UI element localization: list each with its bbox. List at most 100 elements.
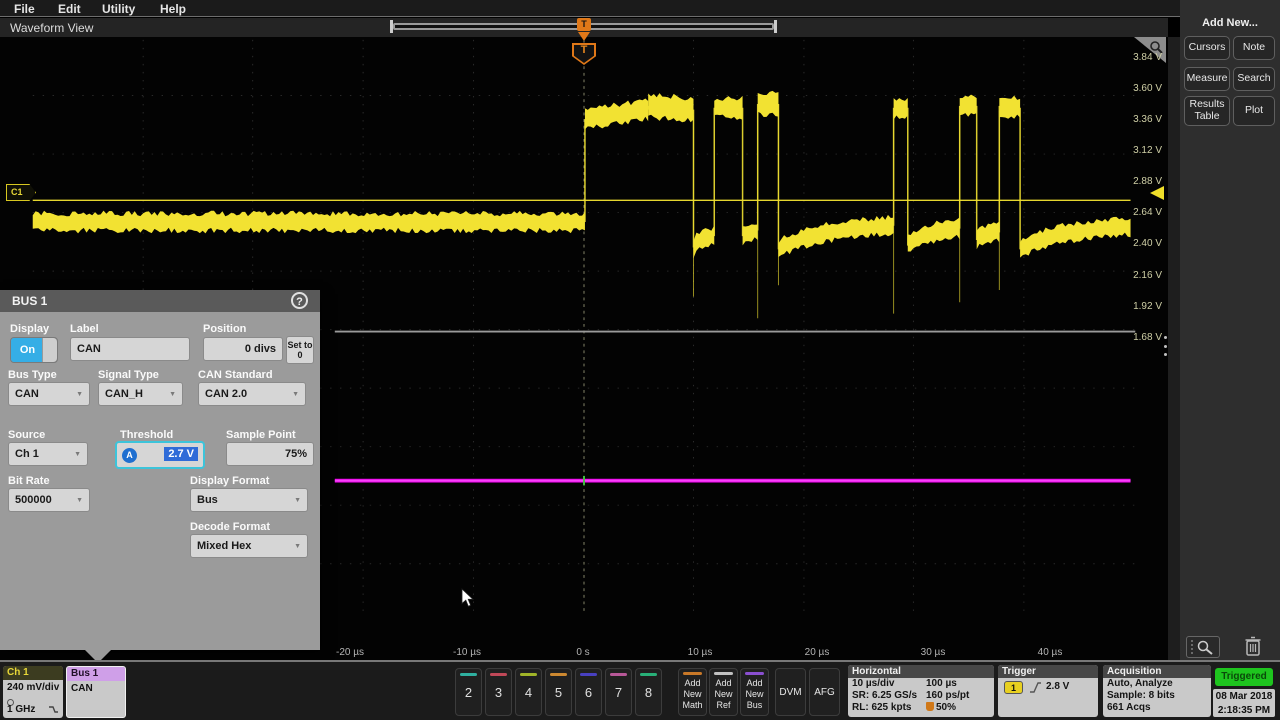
time-axis-label: 30 µs [901,647,965,658]
set-to-zero-button[interactable]: Set to 0 [286,336,314,364]
display-format-dropdown[interactable]: Bus ▼ [190,488,308,512]
menu-utility[interactable]: Utility [102,2,135,16]
triggered-status-badge: Triggered [1215,668,1273,686]
right-gutter [1168,37,1180,660]
position-label: Position [203,323,246,335]
channel6-button[interactable]: 6 [575,668,602,716]
channel1-badge[interactable]: Ch 1 240 mV/div 1 GHz [3,666,63,718]
label-input[interactable]: CAN [70,337,190,361]
add-new-math-button[interactable]: Add New Math [678,668,707,716]
bit-rate-value: 500000 [15,494,52,506]
channel1-bandwidth: 1 GHz [3,702,63,715]
menu-help[interactable]: Help [160,2,186,16]
threshold-input[interactable]: A 2.7 V [115,441,205,469]
channel8-button[interactable]: 8 [635,668,662,716]
display-label: Display [10,323,49,335]
mouse-cursor [461,588,475,613]
measure-button[interactable]: Measure [1184,67,1230,91]
warning-icon [926,702,934,711]
scale-label: 3.60 V [1122,83,1162,94]
zoom-mode-button[interactable] [1186,636,1220,658]
chevron-down-icon: ▼ [169,383,176,407]
afg-button[interactable]: AFG [809,668,840,716]
threshold-value-selected: 2.7 V [164,447,198,461]
time-axis-label: 10 µs [668,647,732,658]
trash-icon [1243,635,1263,657]
datetime-display: 08 Mar 2018 2:18:35 PM [1213,689,1275,717]
scale-label: 3.36 V [1122,114,1162,125]
results-table-button[interactable]: Results Table [1184,96,1230,126]
bus1-badge[interactable]: Bus 1 CAN [66,666,126,718]
channel7-button[interactable]: 7 [605,668,632,716]
source-label: Source [8,429,45,441]
chevron-down-icon: ▼ [294,489,301,513]
trigger-panel[interactable]: Trigger 1 2.8 V [998,665,1098,717]
trigger-level: 2.8 V [1046,681,1069,692]
display-toggle-state: On [11,338,44,362]
channel4-button[interactable]: 4 [515,668,542,716]
bus-type-value: CAN [15,388,39,400]
bus-type-dropdown[interactable]: CAN ▼ [8,382,90,406]
position-input[interactable]: 0 divs [203,337,283,361]
threshold-source-badge: A [122,448,137,463]
scale-label: 3.12 V [1122,145,1162,156]
decode-format-label: Decode Format [190,521,270,533]
signal-type-dropdown[interactable]: CAN_H ▼ [98,382,183,406]
source-value: Ch 1 [15,448,39,460]
decode-format-dropdown[interactable]: Mixed Hex ▼ [190,534,308,558]
dialog-header[interactable]: BUS 1 ? [0,290,320,312]
sample-point-input[interactable]: 75% [226,442,314,466]
bus-type-label: Bus Type [8,369,57,381]
scale-label: 2.40 V [1122,238,1162,249]
bit-rate-dropdown[interactable]: 500000 ▼ [8,488,90,512]
trigger-title: Trigger [998,665,1098,678]
bus1-badge-title: Bus 1 [67,667,125,681]
scale-label: 2.88 V [1122,176,1162,187]
add-new-bus-button[interactable]: Add New Bus [740,668,769,716]
display-toggle[interactable]: On [10,337,58,363]
can-standard-dropdown[interactable]: CAN 2.0 ▼ [198,382,306,406]
display-format-label: Display Format [190,475,269,487]
scale-label: 1.68 V [1122,332,1162,343]
menu-edit[interactable]: Edit [58,2,81,16]
plot-button[interactable]: Plot [1233,96,1275,126]
menu-file[interactable]: File [14,2,35,16]
scale-label: 2.64 V [1122,207,1162,218]
bus1-config-dialog: BUS 1 ? Display Label Position On CAN 0 … [0,290,320,650]
signal-type-value: CAN_H [105,388,143,400]
source-dropdown[interactable]: Ch 1 ▼ [8,442,88,466]
channel5-button[interactable]: 5 [545,668,572,716]
chevron-down-icon: ▼ [76,383,83,407]
channel1-badge-title: Ch 1 [3,666,63,680]
label-label: Label [70,323,99,335]
date-text: 08 Mar 2018 [1213,690,1275,704]
chevron-down-icon: ▼ [76,489,83,513]
acquisition-title: Acquisition [1103,665,1211,678]
overview-right-bracket[interactable] [774,20,777,33]
time-axis-label: 40 µs [1018,647,1082,658]
channel3-button[interactable]: 3 [485,668,512,716]
threshold-label: Threshold [120,429,173,441]
scale-label: 1.92 V [1122,301,1162,312]
probe-icon [3,693,63,702]
display-toggle-knob[interactable] [42,338,57,362]
signal-type-label: Signal Type [98,369,159,381]
chevron-down-icon: ▼ [292,383,299,407]
trash-button[interactable] [1243,635,1265,659]
rising-edge-icon [1029,681,1042,694]
bus1-type: CAN [67,681,125,694]
scale-label: 2.16 V [1122,270,1162,281]
acquisition-panel[interactable]: Acquisition Auto, Analyze Sample: 8 bits… [1103,665,1211,717]
menu-bar: File Edit Utility Help [0,0,1180,17]
search-button[interactable]: Search [1233,67,1275,91]
time-axis-label: -10 µs [435,647,499,658]
display-format-value: Bus [197,494,218,506]
note-button[interactable]: Note [1233,36,1275,60]
help-icon[interactable]: ? [291,292,308,309]
add-new-ref-button[interactable]: Add New Ref [709,668,738,716]
trigger-position-mini-flag[interactable]: T [577,18,591,31]
dvm-button[interactable]: DVM [775,668,806,716]
channel2-button[interactable]: 2 [455,668,482,716]
horizontal-panel[interactable]: Horizontal 10 µs/div100 µs SR: 6.25 GS/s… [848,665,994,717]
cursors-button[interactable]: Cursors [1184,36,1230,60]
